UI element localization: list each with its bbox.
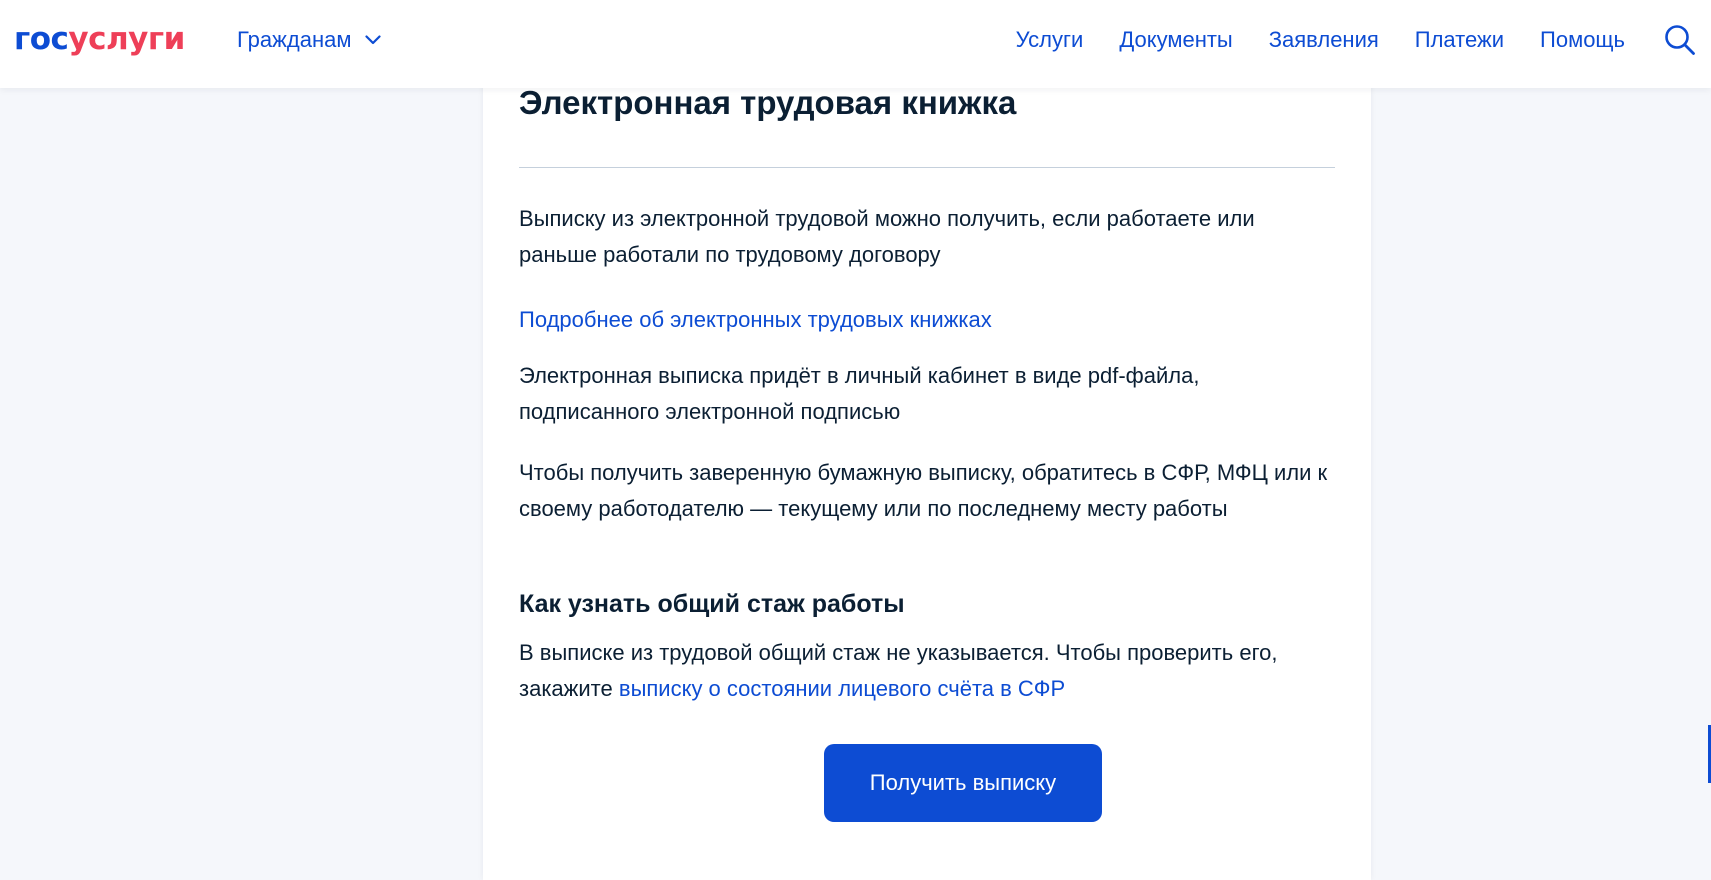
- content-card: Электронная трудовая книжка Выписку из э…: [483, 60, 1371, 880]
- paper-extract-note-text: Чтобы получить заверенную бумажную выпис…: [519, 460, 1328, 521]
- logo-text-uslugi: услуги: [68, 21, 185, 57]
- page-title: Электронная трудовая книжка: [519, 84, 1017, 121]
- chevron-down-icon: [365, 35, 382, 45]
- nav-item-payments[interactable]: Платежи: [1415, 27, 1504, 53]
- nav-item-applications[interactable]: Заявления: [1269, 27, 1379, 53]
- account-statement-link[interactable]: выписку о состоянии лицевого счёта в СФР: [619, 676, 1065, 701]
- logo-text-gos: гос: [14, 21, 69, 57]
- main-nav: Услуги Документы Заявления Платежи Помощ…: [1016, 0, 1711, 80]
- search-button[interactable]: [1661, 21, 1699, 59]
- nav-item-help[interactable]: Помощь: [1540, 27, 1625, 53]
- audience-dropdown[interactable]: Гражданам: [237, 24, 382, 56]
- experience-text: В выписке из трудовой общий стаж не указ…: [519, 635, 1335, 707]
- top-header: госуслуги Гражданам Услуги Документы Зая…: [0, 0, 1711, 88]
- intro-text: Выписку из электронной трудовой можно по…: [519, 206, 1255, 267]
- experience-section-title: Как узнать общий стаж работы: [519, 590, 905, 618]
- more-about-e-workbooks-link[interactable]: Подробнее об электронных трудовых книжка…: [519, 302, 992, 338]
- title-divider: [519, 167, 1335, 168]
- gosuslugi-logo[interactable]: госуслуги: [14, 20, 185, 58]
- nav-item-services[interactable]: Услуги: [1016, 27, 1084, 53]
- search-icon: [1665, 25, 1695, 55]
- audience-label: Гражданам: [237, 27, 352, 52]
- get-extract-button[interactable]: Получить выписку: [824, 744, 1102, 822]
- pdf-note-text: Электронная выписка придёт в личный каби…: [519, 363, 1200, 424]
- nav-item-documents[interactable]: Документы: [1119, 27, 1232, 53]
